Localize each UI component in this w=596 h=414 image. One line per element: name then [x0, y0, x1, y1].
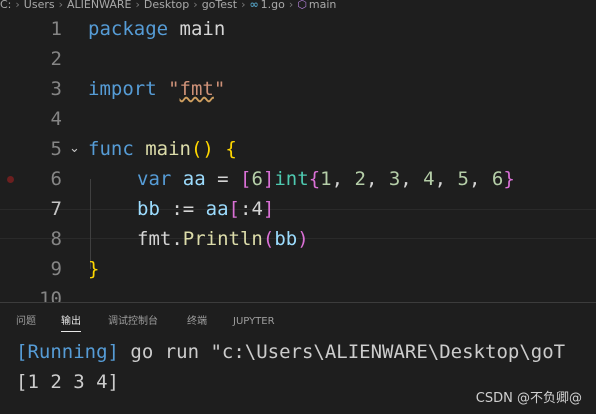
tab-terminal[interactable]: 终端 — [187, 315, 207, 329]
output-line-command: [Running] go run "c:\Users\ALIENWARE\Des… — [16, 341, 565, 363]
code-text[interactable]: var aa = [6]int{1, 2, 3, 4, 5, 6} — [137, 164, 515, 194]
code-editor[interactable]: 1 package main 2 3 import "fmt" 4 5 ⌄ fu… — [0, 14, 596, 302]
chevron-right-icon: › — [193, 0, 198, 11]
line-number: 5 — [50, 138, 62, 160]
code-line-6[interactable]: 6 var aa = [6]int{1, 2, 3, 4, 5, 6} — [0, 164, 596, 194]
code-line-7[interactable]: 7 bb := aa[:4] — [0, 194, 596, 224]
breadcrumb-item-desktop[interactable]: Desktop — [144, 0, 189, 11]
breadcrumb-item-users[interactable]: Users — [24, 0, 55, 11]
code-line-9[interactable]: 9 } — [0, 254, 596, 284]
code-text[interactable]: bb := aa[:4] — [137, 194, 274, 224]
code-line-2[interactable]: 2 — [0, 44, 596, 74]
chevron-right-icon: › — [288, 0, 294, 11]
tab-output[interactable]: 输出 — [61, 315, 81, 332]
output-line-result: [1 2 3 4] — [16, 371, 119, 393]
chevron-right-icon: › — [241, 0, 246, 11]
chevron-right-icon: › — [58, 0, 64, 11]
breadcrumb-item-drive[interactable]: C: — [0, 0, 11, 11]
run-command: go run "c:\Users\ALIENWARE\Desktop\goT — [118, 341, 566, 363]
line-number: 9 — [50, 258, 62, 280]
chevron-right-icon: › — [15, 0, 20, 11]
import-path: fmt — [179, 78, 214, 100]
breadcrumb-item-gotest[interactable]: goTest — [202, 0, 237, 11]
watermark: CSDN @不负卿@ — [475, 391, 582, 406]
line-number: 3 — [50, 78, 62, 100]
breadcrumb-item-file[interactable]: 1.go — [261, 0, 285, 11]
tab-problems[interactable]: 问题 — [16, 315, 36, 329]
code-line-3[interactable]: 3 import "fmt" — [0, 74, 596, 104]
code-text[interactable]: package main — [88, 14, 225, 44]
code-text[interactable]: } — [88, 254, 99, 284]
code-text[interactable]: func main() { — [88, 134, 237, 164]
chevron-right-icon: › — [135, 0, 140, 11]
line-number: 4 — [50, 108, 62, 130]
panel-tabs: 问题 输出 调试控制台 终端 JUPYTER — [0, 303, 596, 339]
code-line-1[interactable]: 1 package main — [0, 14, 596, 44]
breadcrumb-item-alienware[interactable]: ALIENWARE — [67, 0, 131, 11]
line-number: 1 — [50, 18, 62, 40]
code-line-8[interactable]: 8 fmt.Println(bb) — [0, 224, 596, 254]
code-text[interactable]: fmt.Println(bb) — [137, 224, 309, 254]
line-number-active: 7 — [50, 198, 62, 220]
breadcrumb-item-symbol[interactable]: main — [309, 0, 336, 11]
line-number: 8 — [50, 228, 62, 250]
line-number: 2 — [50, 48, 62, 70]
running-tag: [Running] — [16, 341, 119, 363]
code-line-5[interactable]: 5 ⌄ func main() { — [0, 134, 596, 164]
fold-chevron-down-icon[interactable]: ⌄ — [69, 134, 80, 164]
symbol-method-icon: ⬡ — [297, 0, 307, 11]
go-file-icon: ∞ — [249, 0, 259, 11]
tab-jupyter[interactable]: JUPYTER — [233, 315, 275, 329]
line-number: 10 — [39, 288, 62, 302]
line-number: 6 — [50, 168, 62, 190]
code-line-4[interactable]: 4 — [0, 104, 596, 134]
code-text[interactable]: import "fmt" — [88, 74, 225, 104]
breadcrumb: C: › Users › ALIENWARE › Desktop › goTest › ∞ 1.go ›… — [0, 0, 596, 12]
bottom-panel: 问题 输出 调试控制台 终端 JUPYTER [Running] go run … — [0, 302, 596, 414]
tab-debug-console[interactable]: 调试控制台 — [108, 315, 158, 329]
code-line-10[interactable]: 10 — [0, 284, 596, 302]
